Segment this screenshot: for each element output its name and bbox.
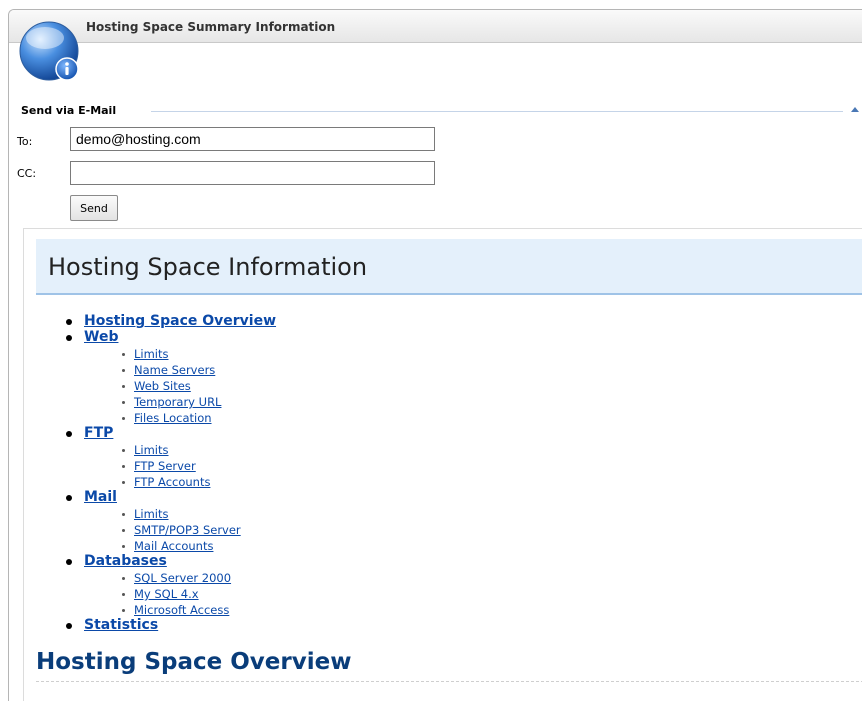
toc-link-ftp-limits[interactable]: Limits	[134, 443, 169, 457]
sub-bullet-icon	[122, 481, 125, 484]
toc-link-smtp-pop3-server[interactable]: SMTP/POP3 Server	[134, 523, 241, 537]
to-label: To:	[17, 135, 33, 148]
toc-subitem: Name Servers	[24, 362, 844, 378]
sub-bullet-icon	[122, 369, 125, 372]
toc-subitem: Web Sites	[24, 378, 844, 394]
report-header: Hosting Space Information	[36, 239, 862, 295]
toc-subitem: Mail Accounts	[24, 538, 844, 554]
report-title: Hosting Space Information	[48, 253, 368, 281]
sub-bullet-icon	[122, 353, 125, 356]
toc-item: Statistics	[24, 617, 844, 634]
sub-bullet-icon	[122, 465, 125, 468]
toc-subitem: FTP Accounts	[24, 474, 844, 490]
toc-link-hosting-space-overview[interactable]: Hosting Space Overview	[84, 313, 276, 330]
toc-link-mail-accounts[interactable]: Mail Accounts	[134, 539, 213, 553]
toc-link-web[interactable]: Web	[84, 329, 118, 346]
toc-subitem: SQL Server 2000	[24, 570, 844, 586]
toc-item: FTP	[24, 425, 844, 442]
overview-divider	[36, 681, 862, 682]
sub-bullet-icon	[122, 513, 125, 516]
table-of-contents: Hosting Space Overview Web Limits Name S…	[24, 313, 844, 634]
sub-bullet-icon	[122, 577, 125, 580]
sub-bullet-icon	[122, 609, 125, 612]
bullet-icon	[66, 319, 72, 325]
toc-link-ftp[interactable]: FTP	[84, 425, 113, 442]
bullet-icon	[66, 495, 72, 501]
email-section-title: Send via E-Mail	[21, 104, 123, 117]
sub-bullet-icon	[122, 385, 125, 388]
toc-link-web-sites[interactable]: Web Sites	[134, 379, 191, 393]
section-divider	[151, 111, 843, 112]
toc-subitem: Limits	[24, 506, 844, 522]
toc-link-mail[interactable]: Mail	[84, 489, 117, 506]
info-icon	[19, 21, 79, 81]
toc-subitem: Limits	[24, 346, 844, 362]
report-container: Hosting Space Information Hosting Space …	[23, 228, 862, 701]
toc-subitem: Microsoft Access	[24, 602, 844, 618]
toc-link-temporary-url[interactable]: Temporary URL	[134, 395, 221, 409]
send-button[interactable]: Send	[70, 195, 118, 221]
toc-link-mysql-4x[interactable]: My SQL 4.x	[134, 587, 199, 601]
toc-link-statistics[interactable]: Statistics	[84, 617, 158, 634]
toc-item: Hosting Space Overview	[24, 313, 844, 330]
bullet-icon	[66, 431, 72, 437]
toc-item: Databases	[24, 553, 844, 570]
sub-bullet-icon	[122, 545, 125, 548]
toc-subitem: Files Location	[24, 410, 844, 426]
overview-heading: Hosting Space Overview	[36, 649, 352, 675]
sub-bullet-icon	[122, 401, 125, 404]
sub-bullet-icon	[122, 449, 125, 452]
toc-subitem: FTP Server	[24, 458, 844, 474]
toc-link-files-location[interactable]: Files Location	[134, 411, 212, 425]
toc-link-microsoft-access[interactable]: Microsoft Access	[134, 603, 229, 617]
summary-panel: Hosting Space Summary Information Send v…	[8, 9, 862, 701]
bullet-icon	[66, 559, 72, 565]
sub-bullet-icon	[122, 529, 125, 532]
toc-item: Web	[24, 329, 844, 346]
toc-link-databases[interactable]: Databases	[84, 553, 167, 570]
toc-subitem: Temporary URL	[24, 394, 844, 410]
toc-link-ftp-accounts[interactable]: FTP Accounts	[134, 475, 210, 489]
toc-link-sql-server-2000[interactable]: SQL Server 2000	[134, 571, 231, 585]
toc-link-web-limits[interactable]: Limits	[134, 347, 169, 361]
bullet-icon	[66, 623, 72, 629]
cc-email-field[interactable]	[70, 161, 435, 185]
toc-link-name-servers[interactable]: Name Servers	[134, 363, 215, 377]
sub-bullet-icon	[122, 593, 125, 596]
toc-subitem: SMTP/POP3 Server	[24, 522, 844, 538]
toc-link-mail-limits[interactable]: Limits	[134, 507, 169, 521]
toc-item: Mail	[24, 489, 844, 506]
title-bar: Hosting Space Summary Information	[9, 10, 862, 43]
toc-link-ftp-server[interactable]: FTP Server	[134, 459, 196, 473]
toc-subitem: Limits	[24, 442, 844, 458]
toc-subitem: My SQL 4.x	[24, 586, 844, 602]
collapse-arrow-icon[interactable]	[851, 107, 859, 112]
bullet-icon	[66, 335, 72, 341]
sub-bullet-icon	[122, 417, 125, 420]
email-section-header: Send via E-Mail	[21, 104, 859, 120]
window-title: Hosting Space Summary Information	[86, 20, 336, 34]
cc-label: CC:	[17, 167, 37, 180]
to-email-field[interactable]	[70, 127, 435, 151]
